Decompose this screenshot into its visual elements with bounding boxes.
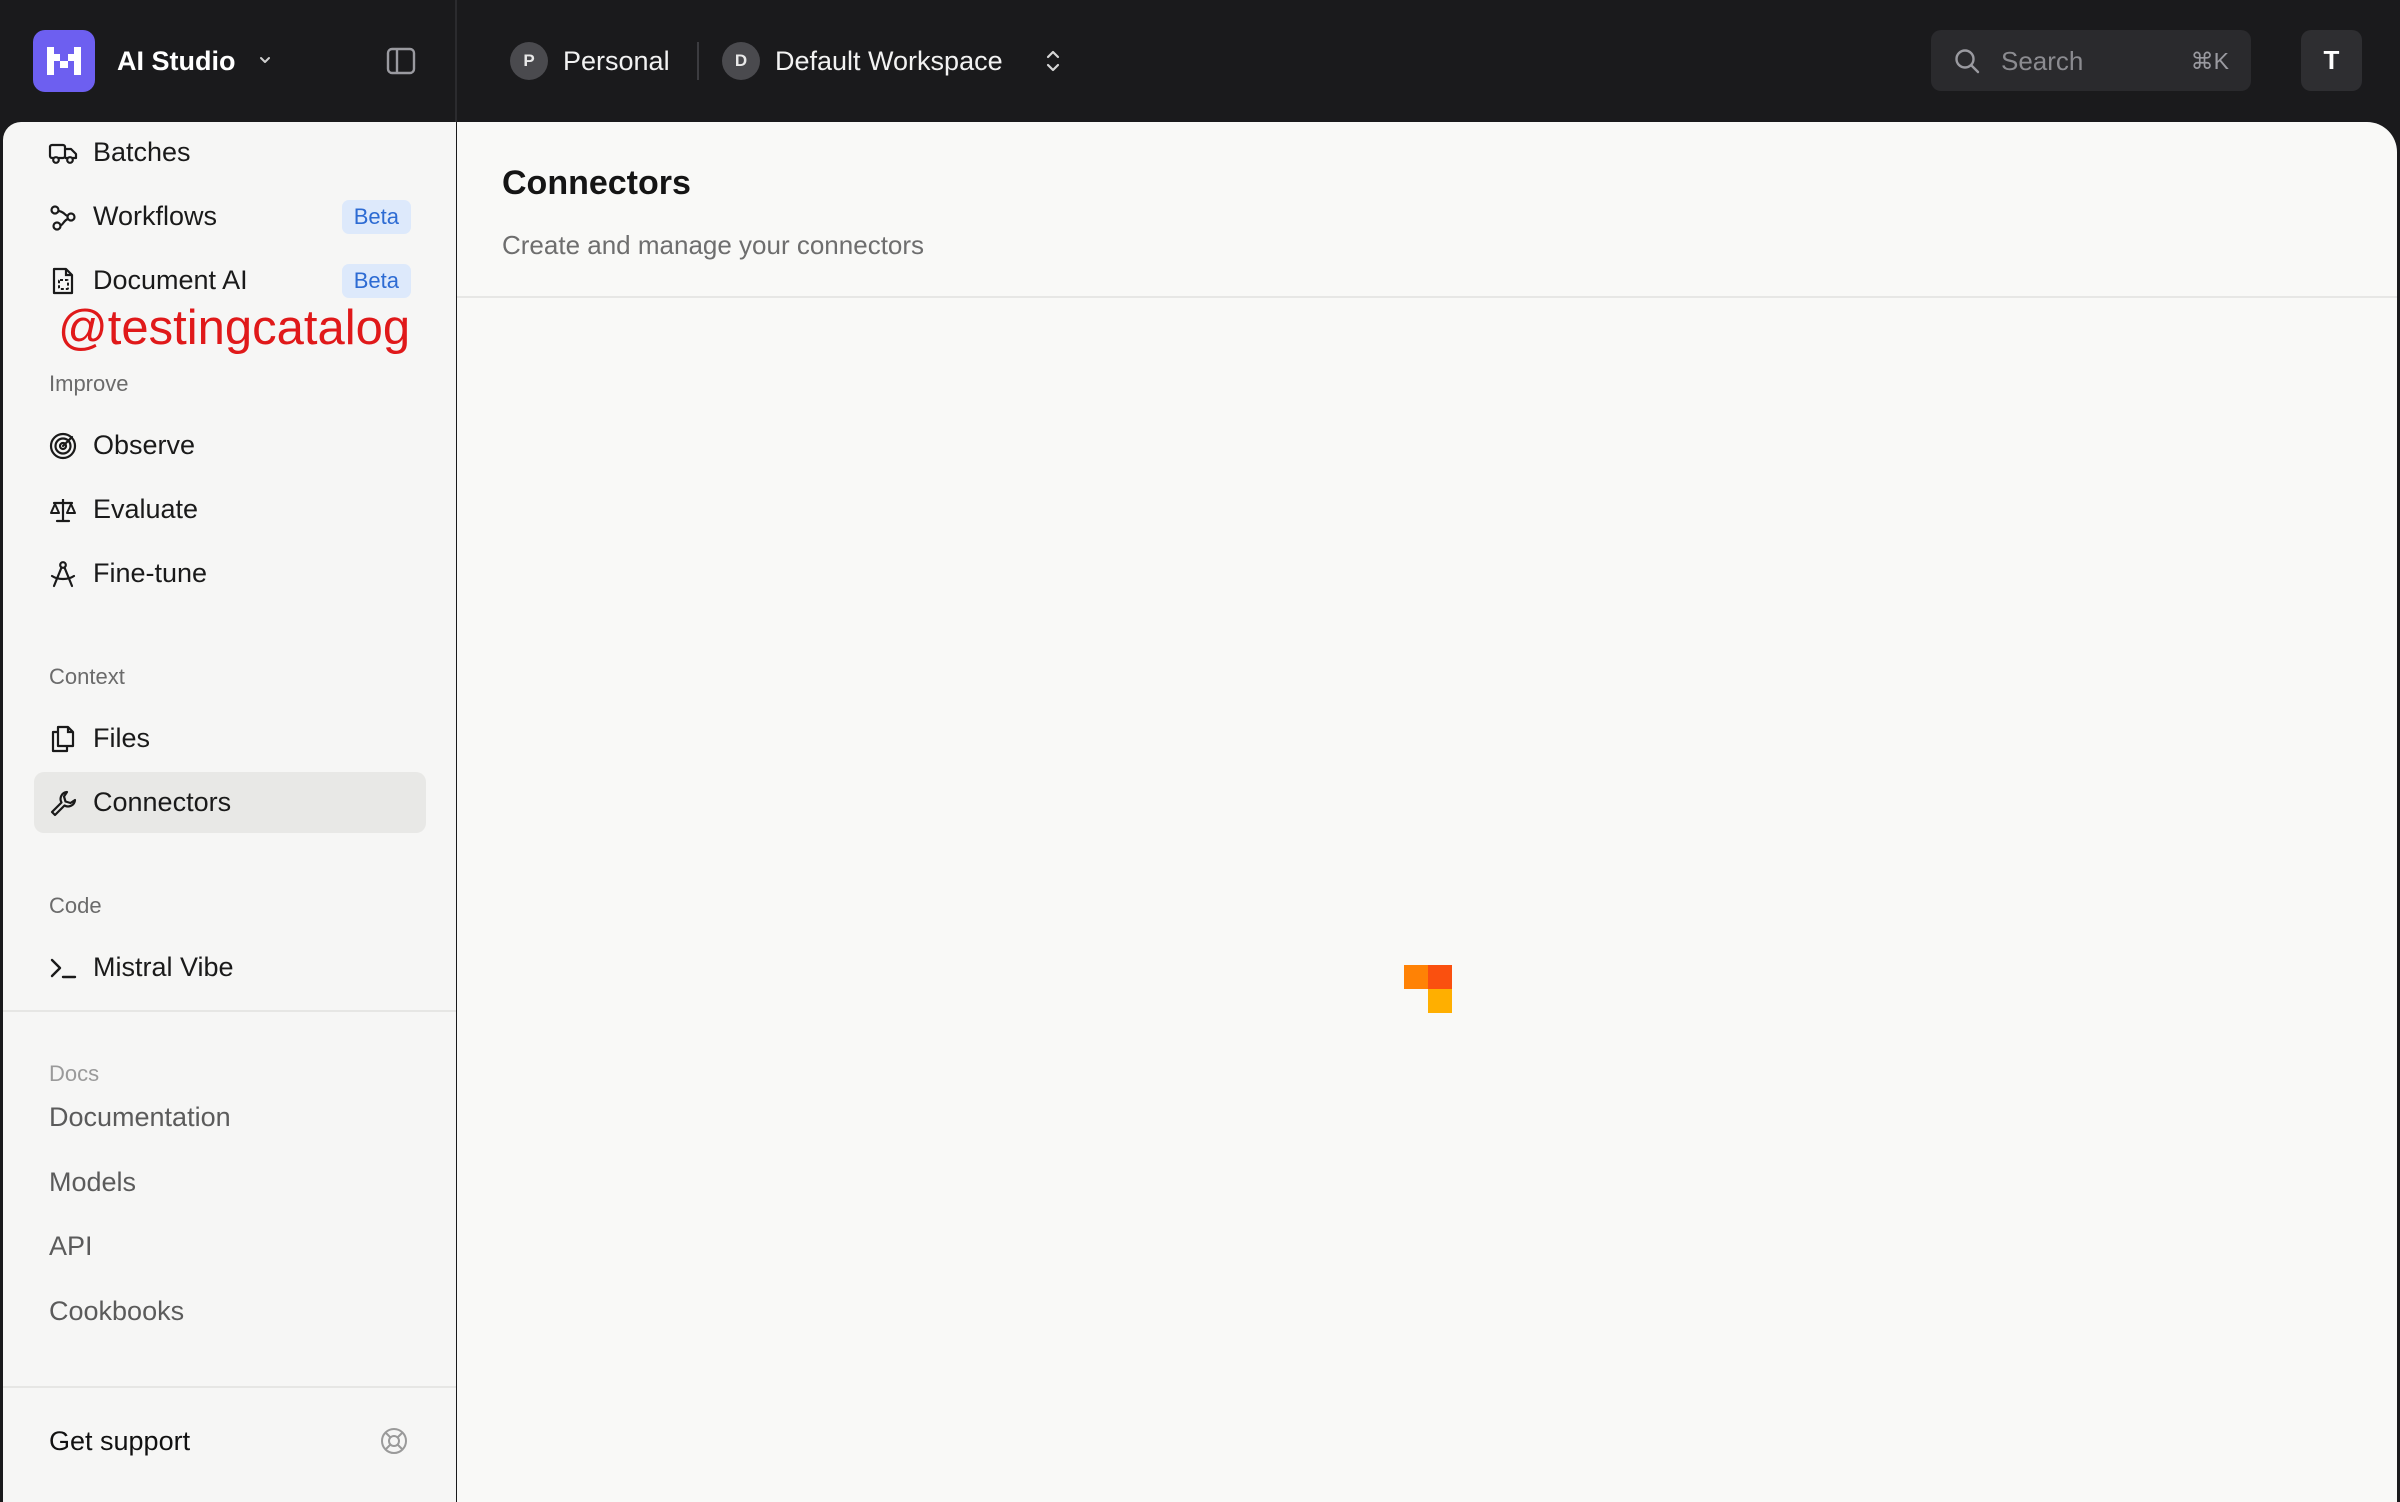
lifebuoy-icon[interactable] [379,1426,409,1456]
workspace-initial-badge: D [722,42,760,80]
sidebar-item-label: Fine-tune [93,558,208,588]
sidebar-item-files[interactable]: Files [34,708,426,769]
page-subtitle: Create and manage your connectors [502,230,925,260]
sidebar-item-label: Evaluate [93,494,199,524]
search-icon [1955,49,1980,74]
sidebar-item-label: Workflows [93,201,218,231]
files-icon [51,725,75,753]
section-heading-docs: Docs [49,1061,100,1086]
search-input[interactable]: Search ⌘K [1931,30,2251,91]
chevron-down-icon[interactable] [256,51,274,69]
sidebar-divider [3,1010,456,1012]
loading-spinner-icon [1404,965,1452,1013]
sidebar-item-fine-tune[interactable]: Fine-tune [34,543,426,604]
beta-badge: Beta [341,264,411,298]
sidebar-divider [3,1386,456,1388]
scale-icon [50,499,76,523]
main-content: Connectors Create and manage your connec… [457,122,2397,1502]
radar-icon [49,432,77,460]
workflow-icon [50,205,76,231]
app-logo[interactable] [33,30,95,92]
workspace-separator [697,42,699,80]
sidebar-item-batches[interactable]: Batches [34,122,426,183]
org-initial-badge: P [510,42,548,80]
section-heading-improve: Improve [49,371,129,396]
chevron-up-down-icon[interactable] [1042,47,1064,75]
docs-link-documentation[interactable]: Documentation [49,1100,231,1134]
top-bar: AI Studio P Personal D Default Workspace… [0,0,2400,122]
sidebar-item-label: Mistral Vibe [93,952,234,982]
beta-badge: Beta [341,200,411,234]
watermark-text: @testingcatalog [58,301,411,355]
document-scan-icon [52,267,74,295]
sidebar-toggle-icon[interactable] [385,45,417,77]
search-placeholder: Search [2001,46,2084,76]
sidebar-item-label: Batches [93,137,191,167]
docs-link-cookbooks[interactable]: Cookbooks [49,1294,184,1328]
user-avatar[interactable]: T [2301,30,2362,91]
page-title: Connectors [502,164,691,202]
header-divider [457,296,2397,298]
wrench-icon [50,790,77,817]
sidebar-item-evaluate[interactable]: Evaluate [34,479,426,540]
workspace-switcher[interactable]: Default Workspace [775,44,1003,78]
topbar-divider [455,0,457,122]
sidebar: Batches Workflows Beta Document AI Beta … [3,122,456,1502]
sidebar-item-label: Document AI [93,265,248,295]
section-heading-code: Code [49,893,102,918]
sidebar-item-observe[interactable]: Observe [34,415,426,476]
docs-link-api[interactable]: API [49,1229,93,1263]
docs-link-models[interactable]: Models [49,1165,136,1199]
sidebar-item-mistral-vibe[interactable]: Mistral Vibe [34,937,426,998]
truck-icon [48,143,78,164]
sidebar-item-workflows[interactable]: Workflows Beta [34,186,426,247]
sidebar-item-connectors[interactable]: Connectors [34,772,426,833]
terminal-icon [50,958,77,979]
get-support-link[interactable]: Get support [49,1424,190,1458]
app-title[interactable]: AI Studio [117,44,235,78]
org-switcher[interactable]: Personal [563,44,670,78]
sidebar-item-label: Files [93,723,151,753]
sidebar-item-label: Connectors [93,787,232,817]
mistral-logo-icon [47,47,81,75]
compass-icon [50,561,76,588]
sidebar-item-label: Observe [93,430,196,460]
section-heading-context: Context [49,664,125,689]
search-shortcut: ⌘K [2190,48,2229,74]
